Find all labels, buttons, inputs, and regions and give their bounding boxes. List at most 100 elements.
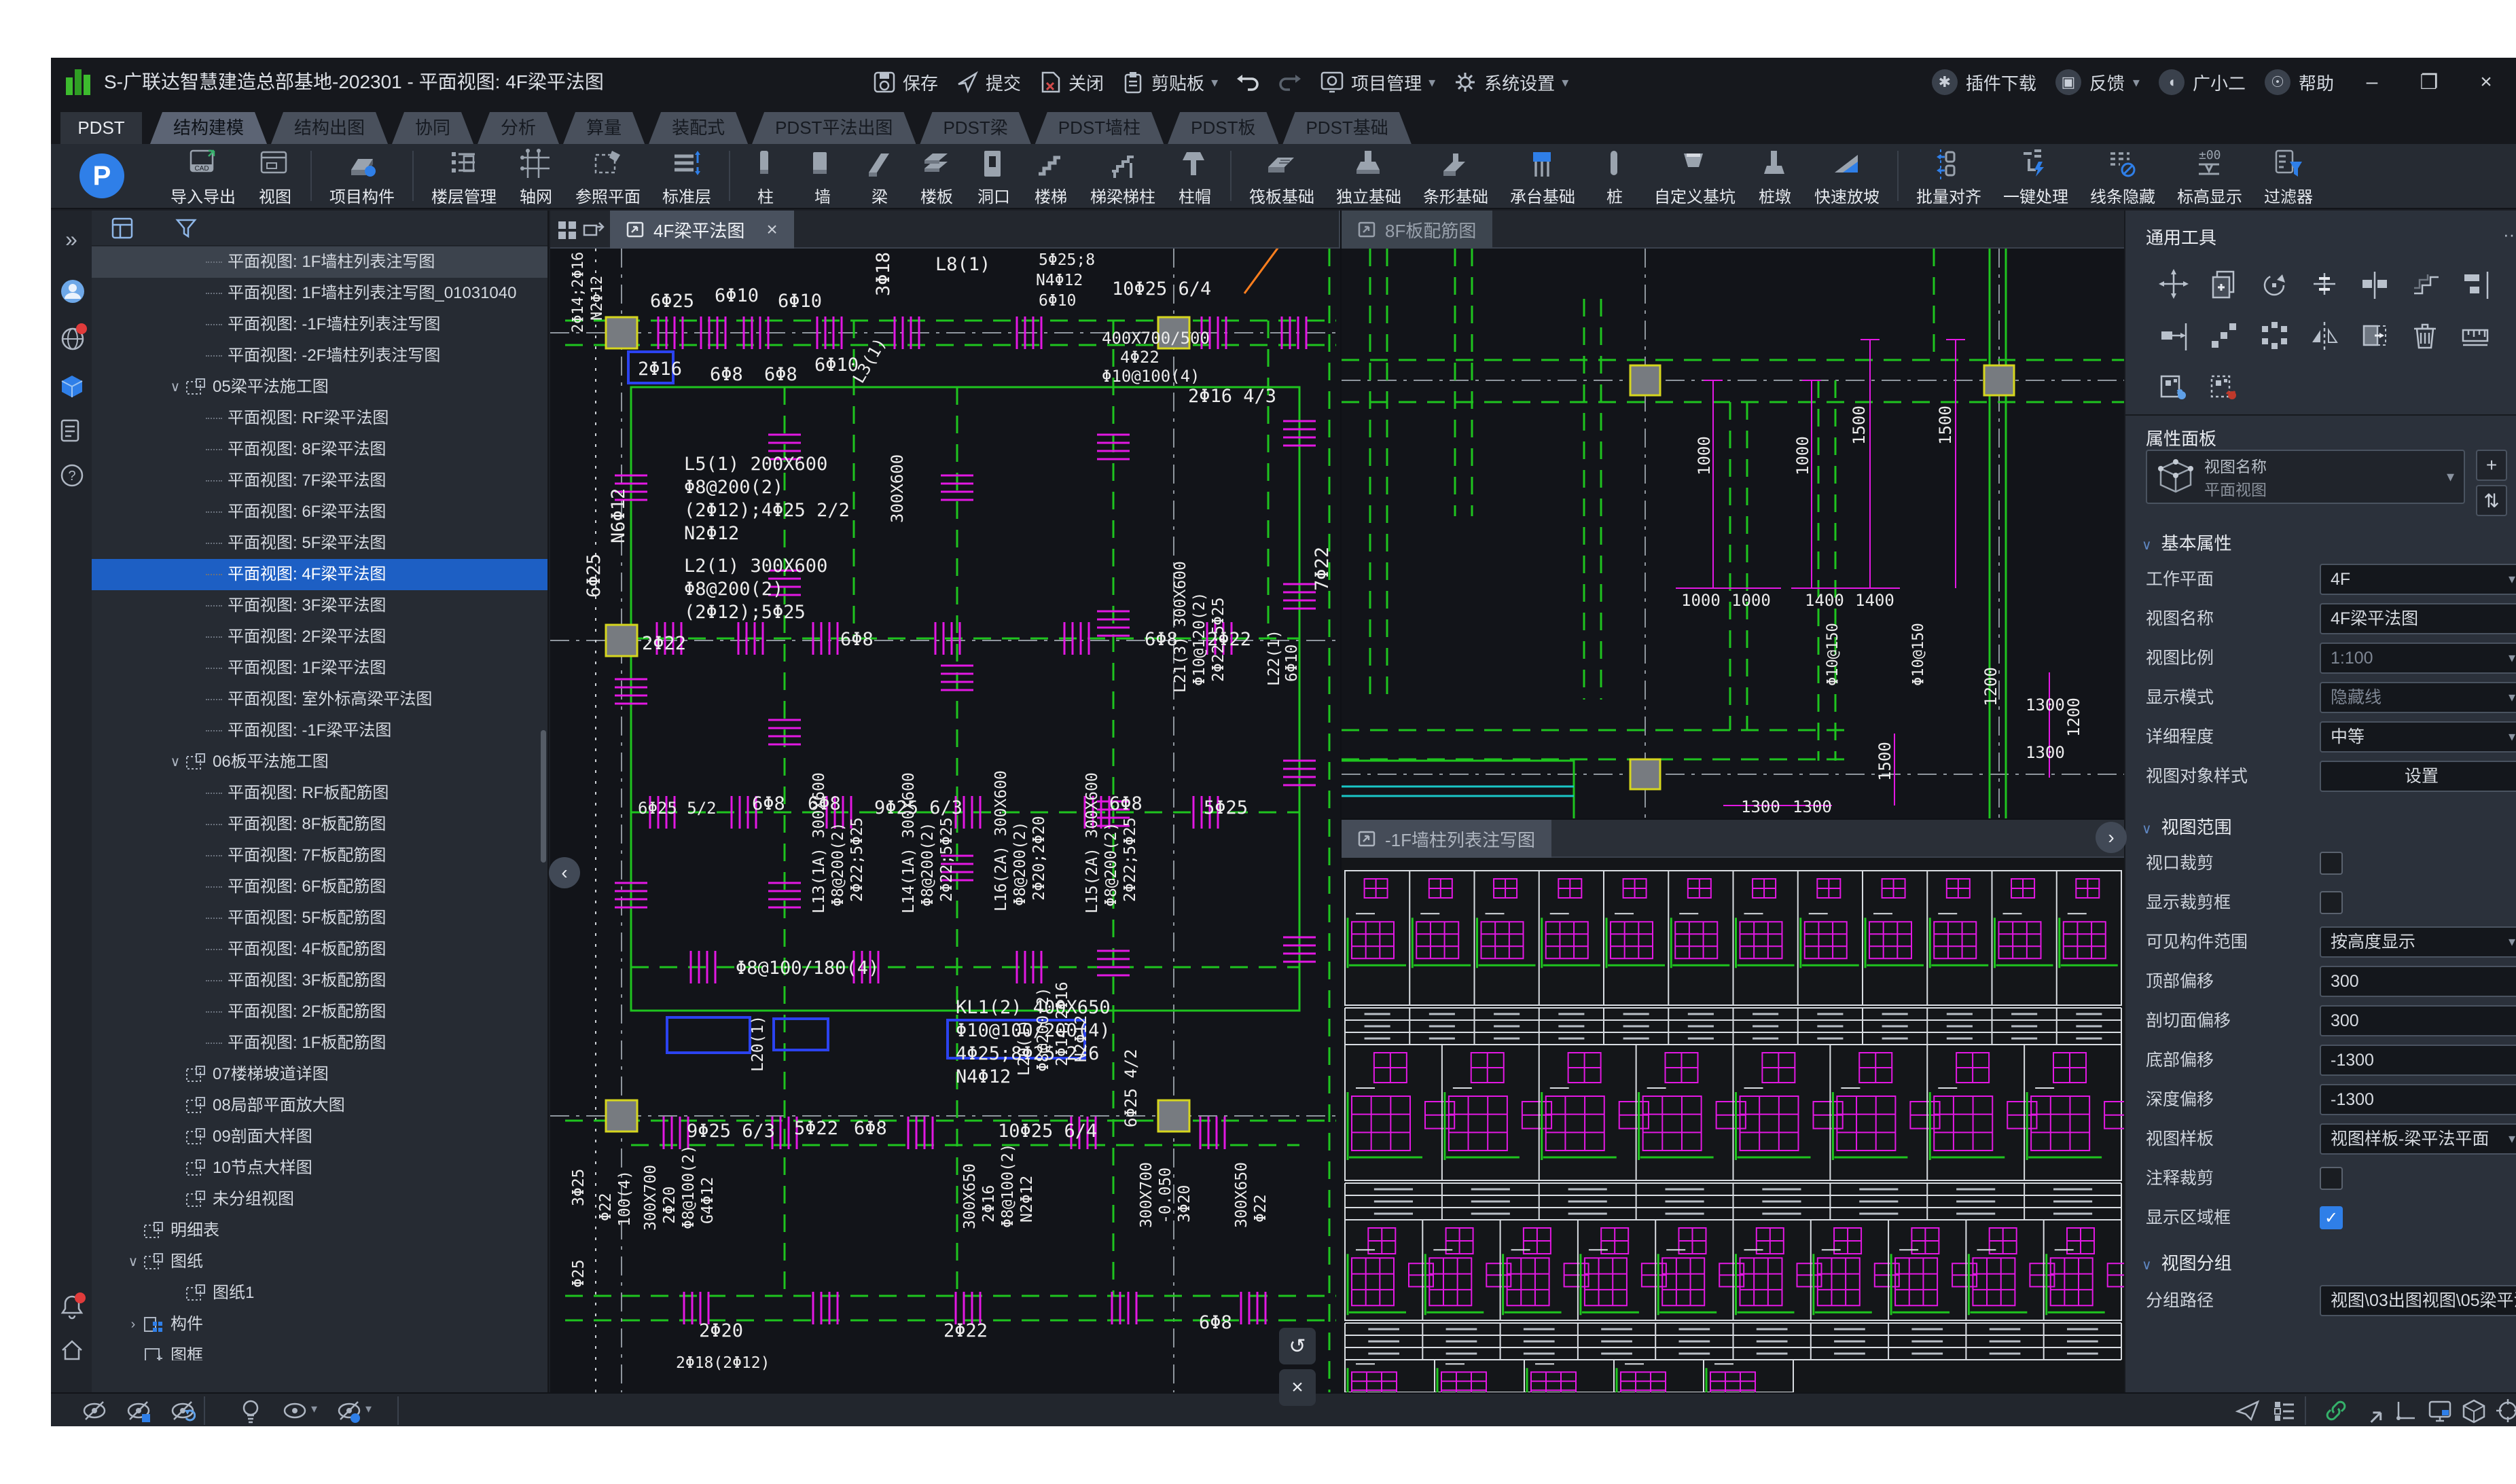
doc-tab-active[interactable]: 4F梁平法图 × [610, 211, 794, 249]
prop-select[interactable]: 4F▾ [2320, 564, 2516, 595]
prop-input[interactable]: 300 [2320, 1005, 2516, 1036]
section-range[interactable]: ∨视图范围 [2142, 814, 2232, 839]
tool-mirror-button[interactable] [2299, 310, 2350, 361]
close-doc-button[interactable]: 关闭 [1039, 70, 1104, 95]
pdst-logo[interactable]: P [51, 144, 153, 208]
tree-item[interactable]: 平面视图: 4F板配筋图 [92, 934, 547, 965]
tab-算量[interactable]: 算量 [563, 112, 645, 144]
tab-PDST基础[interactable]: PDST基础 [1282, 112, 1411, 144]
close-overlay-button[interactable]: × [1279, 1369, 1316, 1406]
tree-item[interactable]: 平面视图: 1F墙柱列表注写图 [92, 247, 547, 278]
layers-icon[interactable] [2271, 1398, 2297, 1424]
feedback-button[interactable]: ▣反馈▾ [2055, 69, 2140, 95]
ribbon-button-slab[interactable]: 楼板 [908, 144, 965, 208]
ribbon-button-elev[interactable]: ±00标高显示 [2166, 144, 2253, 208]
type-selector[interactable]: 视图名称 平面视图 ▾ [2146, 450, 2465, 504]
prop-input[interactable]: 4F梁平法图 [2320, 603, 2516, 634]
tree-item[interactable]: 09剖面大样图 [92, 1121, 547, 1153]
tree-item[interactable]: 平面视图: 4F梁平法图 [92, 559, 547, 590]
ribbon-button-stair[interactable]: 楼梯 [1022, 144, 1079, 208]
tree-item[interactable]: 平面视图: 8F板配筋图 [92, 809, 547, 840]
checkbox-unchecked[interactable] [2320, 891, 2343, 914]
prop-select[interactable]: 1:100▾ [2320, 643, 2516, 674]
tree-item[interactable]: ∨05梁平法施工图 [92, 372, 547, 403]
hide-element-icon[interactable] [82, 1398, 107, 1424]
cad-canvas-8f-slab-plan[interactable]: 10001000150015001000100014001400Φ10@150Φ… [1342, 249, 2124, 818]
tab-PDST板[interactable]: PDST板 [1168, 112, 1278, 144]
plugin-download-button[interactable]: ✱插件下载 [1932, 69, 2036, 95]
ribbon-button-beam[interactable]: 梁 [851, 144, 908, 208]
ribbon-button-pile[interactable]: 桩 [1586, 144, 1643, 208]
ribbon-button-cad[interactable]: CAD导入导出 [160, 144, 247, 208]
tree-item[interactable]: 图纸1 [92, 1278, 547, 1309]
tool-ring-button[interactable] [2249, 310, 2299, 361]
swap-window-icon[interactable] [583, 220, 605, 240]
ribbon-button-filter[interactable]: 过滤器 [2253, 144, 2324, 208]
tool-move-button[interactable] [2149, 258, 2199, 310]
restore-hidden-icon[interactable] [170, 1398, 196, 1424]
close-button[interactable]: × [2467, 71, 2505, 94]
prop-select[interactable]: 按高度显示▾ [2320, 926, 2516, 958]
tree-item[interactable]: 平面视图: RF梁平法图 [92, 403, 547, 434]
tree-item[interactable]: 平面视图: 室外标高梁平法图 [92, 684, 547, 715]
ribbon-button-align[interactable]: 批量对齐 [1905, 144, 1992, 208]
ribbon-button-colcap[interactable]: 柱帽 [1166, 144, 1223, 208]
prop-select[interactable]: 视图样板-梁平法平面▾ [2320, 1123, 2516, 1155]
save-button[interactable]: 保存 [873, 70, 938, 95]
tool-trash-button[interactable] [2400, 310, 2450, 361]
tree-item[interactable]: 未分组视图 [92, 1184, 547, 1215]
pan-right-button[interactable]: › [2096, 822, 2127, 853]
tree-item[interactable]: 平面视图: 7F梁平法图 [92, 465, 547, 496]
corner-icon[interactable] [2393, 1398, 2419, 1424]
doc-tab-inactive-8f[interactable]: 8F板配筋图 [1342, 211, 1492, 249]
tab-结构建模[interactable]: 结构建模 [150, 112, 267, 144]
tab-协同[interactable]: 协同 [392, 112, 473, 144]
model-cube-icon[interactable] [60, 371, 83, 394]
notification-bell-icon[interactable] [60, 1294, 83, 1317]
ribbon-button-wall[interactable]: 墙 [794, 144, 851, 208]
tool-align2-button[interactable] [2450, 258, 2500, 310]
temp-hide-icon[interactable] [282, 1398, 308, 1424]
customer-service-button[interactable]: ◖广小二 [2159, 69, 2246, 95]
tree-item[interactable]: 10节点大样图 [92, 1153, 547, 1184]
document-icon[interactable] [60, 418, 83, 441]
tab-PDST梁[interactable]: PDST梁 [920, 112, 1030, 144]
section-basic[interactable]: ∨基本属性 [2142, 530, 2232, 555]
tree-item[interactable]: 明细表 [92, 1215, 547, 1246]
expand-rail-icon[interactable]: » [60, 227, 83, 250]
close-tab-icon[interactable]: × [766, 219, 777, 240]
tree-item[interactable]: 平面视图: 2F梁平法图 [92, 621, 547, 653]
tree-scrollbar[interactable] [541, 730, 546, 863]
box-icon[interactable] [2461, 1398, 2487, 1424]
tree-item[interactable]: ∨图纸 [92, 1246, 547, 1278]
help-button[interactable]: ☉帮助 [2265, 69, 2334, 95]
view-list-icon[interactable] [111, 217, 134, 240]
avatar[interactable] [60, 278, 83, 302]
add-type-button[interactable]: + [2476, 450, 2507, 481]
tab-PDST平法出图[interactable]: PDST平法出图 [752, 112, 916, 144]
tab-装配式[interactable]: 装配式 [649, 112, 748, 144]
tree-item[interactable]: 平面视图: 3F板配筋图 [92, 965, 547, 996]
hide-category-icon[interactable] [126, 1398, 151, 1424]
tree-item[interactable]: 平面视图: 1F墙柱列表注写图_01031040 [92, 278, 547, 309]
prop-input[interactable]: 视图\03出图视图\05梁平法施工图 [2320, 1285, 2516, 1316]
section-grouping[interactable]: ∨视图分组 [2142, 1250, 2232, 1275]
prop-select[interactable]: 中等▾ [2320, 721, 2516, 753]
minimize-button[interactable]: – [2353, 71, 2391, 94]
tool-array-button[interactable] [2199, 310, 2249, 361]
ribbon-button-pit[interactable]: 自定义基坑 [1643, 144, 1746, 208]
tool-split-button[interactable] [2350, 258, 2400, 310]
send-icon[interactable] [2235, 1398, 2261, 1424]
ribbon-button-floors[interactable]: 楼层管理 [420, 144, 507, 208]
ribbon-button-grid[interactable]: 轴网 [507, 144, 564, 208]
tree-item[interactable]: 平面视图: -1F梁平法图 [92, 715, 547, 746]
undo-button[interactable] [1236, 71, 1260, 94]
tree-item[interactable]: ∨06板平法施工图 [92, 746, 547, 778]
tool-offset-button[interactable] [2400, 258, 2450, 310]
ribbon-button-strip[interactable]: 条形基础 [1412, 144, 1499, 208]
cloud-icon[interactable] [60, 326, 83, 349]
help-circle-icon[interactable]: ? [60, 463, 83, 486]
project-management-button[interactable]: 项目管理▾ [1320, 70, 1435, 95]
prop-select[interactable]: 隐藏线▾ [2320, 682, 2516, 713]
ribbon-button-view[interactable]: 视图 [247, 144, 304, 208]
